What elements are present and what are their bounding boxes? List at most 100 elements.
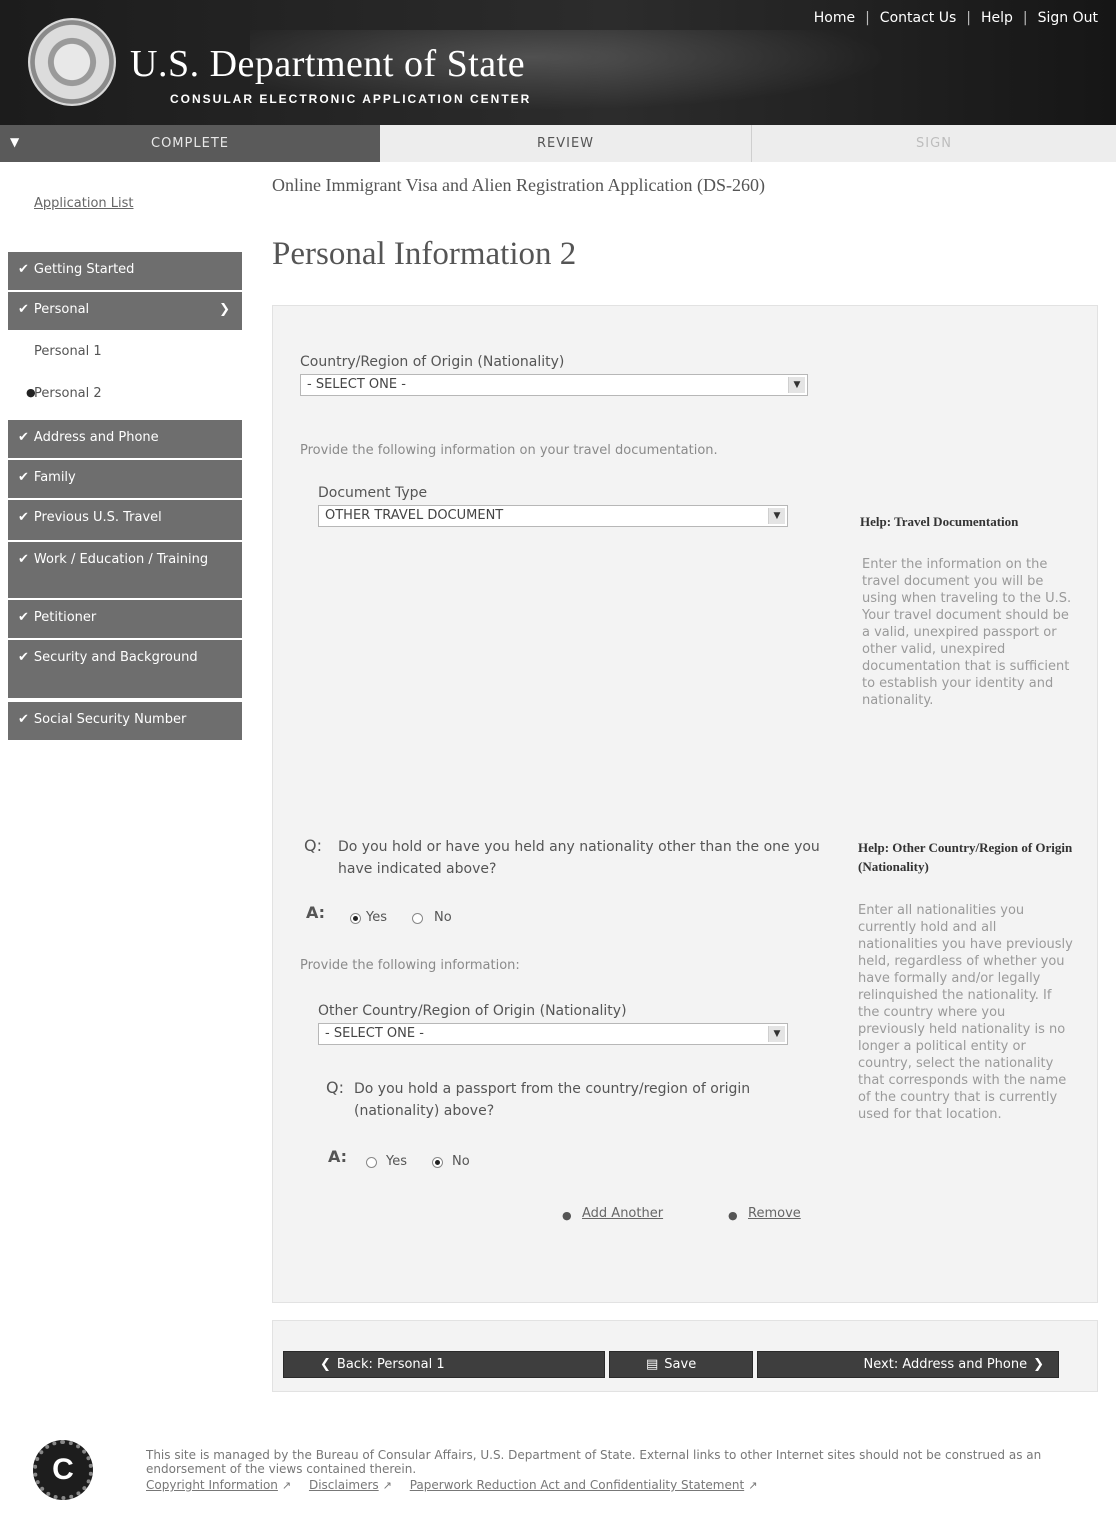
q1-yes-label: Yes [366,910,387,925]
application-heading: Online Immigrant Visa and Alien Registra… [272,175,766,195]
back-button-label: Back: Personal 1 [336,1357,445,1372]
nationality-label: Country/Region of Origin (Nationality) [300,354,565,370]
back-button[interactable]: ❮ Back: Personal 1 [283,1351,605,1378]
q1-no-label: No [434,910,452,925]
sidebar-item-getting-started[interactable]: ✔ Getting Started [8,252,242,290]
check-icon: ✔ [18,262,29,277]
sidebar-sub-personal-2[interactable]: Personal 2 [34,386,102,401]
sidebar-item-address-phone[interactable]: ✔ Address and Phone [8,420,242,458]
step-sign-label: SIGN [916,136,952,151]
travel-doc-instruction: Provide the following information on you… [300,443,718,458]
other-info-instruction: Provide the following information: [300,958,520,973]
answer-marker: A: [306,903,326,922]
question-marker: Q: [304,836,322,855]
copyright-link[interactable]: Copyright Information [146,1478,278,1492]
check-icon: ✔ [18,510,29,525]
site-title: U.S. Department of State [130,43,526,85]
check-icon: ✔ [18,712,29,727]
nav-help-link[interactable]: Help [981,10,1013,26]
sidebar-item-label: Work / Education / Training [33,552,209,567]
chevron-down-icon: ▼ [768,508,785,524]
save-icon: ▤ [646,1357,659,1372]
save-button-label: Save [664,1357,697,1372]
document-type-select-value: OTHER TRAVEL DOCUMENT [325,508,504,523]
application-list-link[interactable]: Application List [34,196,134,211]
save-button[interactable]: ▤ Save [609,1351,753,1378]
help-travel-title: Help: Travel Documentation [860,514,1019,529]
check-icon: ✔ [18,552,29,567]
check-icon: ✔ [18,470,29,485]
check-icon: ✔ [18,650,29,665]
sidebar-item-label: Security and Background [33,650,198,665]
sidebar-item-label: Personal [33,302,90,317]
sidebar-item-work-education[interactable]: ✔ Work / Education / Training [8,542,242,598]
sidebar-item-label: Social Security Number [33,712,187,727]
help-travel-text: Enter the information on the travel docu… [862,557,1072,708]
chevron-down-icon: ▼ [788,377,805,393]
question-passport: Do you hold a passport from the country/… [354,1081,751,1119]
check-icon: ✔ [18,302,29,317]
sidebar-item-label: Getting Started [33,262,135,277]
sidebar-item-label: Previous U.S. Travel [33,510,162,525]
sidebar-item-previous-travel[interactable]: ✔ Previous U.S. Travel [8,500,242,540]
chevron-right-icon: ❯ [1033,1357,1044,1372]
sidebar-sub-personal-1[interactable]: Personal 1 [34,344,102,359]
nav-separator: | [1022,10,1028,26]
add-another-link[interactable]: Add Another [582,1206,663,1221]
state-department-seal-icon [28,18,116,106]
q1-no-radio[interactable] [412,913,423,924]
paperwork-link[interactable]: Paperwork Reduction Act and Confidential… [410,1478,744,1492]
other-nationality-select-value: - SELECT ONE - [325,1026,424,1041]
button-bar: ❮ Back: Personal 1 ▤ Save Next: Address … [272,1320,1098,1392]
help-nationality-title: Help: Other Country/Region of Origin (Na… [858,840,1073,874]
footer-text: This site is managed by the Bureau of Co… [146,1448,1042,1476]
question-other-nationality: Do you hold or have you held any nationa… [338,839,820,877]
chevron-left-icon: ❮ [320,1357,331,1372]
sidebar-item-label: Address and Phone [33,430,159,445]
nav-contact-link[interactable]: Contact Us [880,10,956,26]
footer-links: Copyright Information ↗ Disclaimers ↗ Pape… [146,1478,771,1492]
q2-yes-label: Yes [386,1154,407,1169]
step-review: REVIEW [380,125,752,162]
sidebar-item-label: Petitioner [33,610,97,625]
chevron-down-icon: ▼ [768,1026,785,1042]
nationality-select-value: - SELECT ONE - [307,377,406,392]
nav-signout-link[interactable]: Sign Out [1038,10,1098,26]
check-icon: ✔ [18,430,29,445]
external-link-icon: ↗ [382,1479,392,1492]
sidebar-item-security[interactable]: ✔ Security and Background [8,640,242,698]
sidebar-item-social-security[interactable]: ✔ Social Security Number [8,702,242,740]
site-subtitle: CONSULAR ELECTRONIC APPLICATION CENTER [170,92,532,106]
check-icon: ✔ [18,610,29,625]
q2-yes-radio[interactable] [366,1157,377,1168]
q2-no-label: No [452,1154,470,1169]
document-type-select[interactable]: OTHER TRAVEL DOCUMENT ▼ [318,505,788,527]
external-link-icon: ↗ [748,1479,758,1492]
document-type-label: Document Type [318,485,428,501]
next-button[interactable]: Next: Address and Phone ❯ [757,1351,1059,1378]
sidebar-item-petitioner[interactable]: ✔ Petitioner [8,600,242,638]
help-nationality-text: Enter all nationalities you currently ho… [858,903,1073,1122]
other-nationality-select[interactable]: - SELECT ONE - ▼ [318,1023,788,1045]
question-marker: Q: [326,1078,344,1097]
q1-yes-radio[interactable] [350,913,361,924]
chevron-down-icon: ▼ [10,135,21,149]
external-link-icon: ↗ [281,1479,292,1492]
add-icon: ● [562,1209,572,1222]
step-complete-label: COMPLETE [151,136,229,151]
nationality-select[interactable]: - SELECT ONE - ▼ [300,374,808,396]
step-complete: ▼ COMPLETE [0,125,380,162]
progress-steps: ▼ COMPLETE REVIEW SIGN [0,125,1116,162]
disclaimers-link[interactable]: Disclaimers [309,1478,379,1492]
consular-affairs-logo: C [33,1440,93,1500]
q2-no-radio[interactable] [432,1157,443,1168]
site-header: U.S. Department of State CONSULAR ELECTR… [0,0,1116,125]
sidebar-item-family[interactable]: ✔ Family [8,460,242,498]
remove-link[interactable]: Remove [748,1206,801,1221]
chevron-right-icon: ❯ [219,302,230,317]
sidebar-item-personal[interactable]: ✔ Personal ❯ [8,292,242,330]
nav-separator: | [966,10,971,26]
nav-home-link[interactable]: Home [814,10,855,26]
nav-separator: | [865,10,870,26]
step-sign: SIGN [752,125,1116,162]
